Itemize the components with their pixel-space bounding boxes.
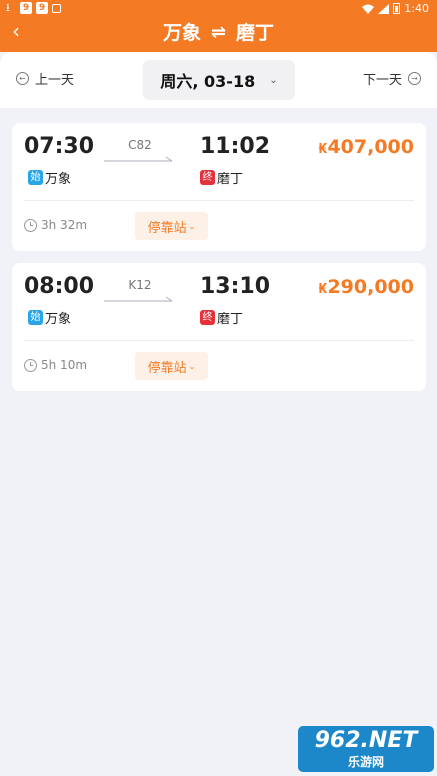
divider xyxy=(24,200,414,201)
arrival-time: 11:02 xyxy=(200,134,271,159)
travel-duration: 5h 10m xyxy=(24,358,87,372)
wifi-icon xyxy=(362,4,375,14)
start-badge: 始 xyxy=(28,170,43,185)
stops-button[interactable]: 停靠站 ⌄ xyxy=(135,212,208,240)
arrow-left-icon: ← xyxy=(16,72,29,85)
end-badge: 终 xyxy=(200,310,215,325)
stops-label: 停靠站 xyxy=(147,360,187,376)
signal-icon xyxy=(378,3,390,14)
duration-text: 3h 32m xyxy=(41,218,88,232)
chevron-down-icon: ⌄ xyxy=(188,361,196,371)
ticket-price: ₭407,000 xyxy=(318,134,414,163)
next-day-button[interactable]: 下一天 → xyxy=(363,69,421,88)
arrival-station: 终 磨丁 xyxy=(200,168,243,187)
arrow-right-icon xyxy=(104,156,173,162)
status-bar: ⭳ 9 9 1:40 xyxy=(0,0,437,18)
departure-station-name: 万象 xyxy=(45,172,72,187)
to-station: 磨丁 xyxy=(236,22,275,44)
clock-icon xyxy=(24,358,37,372)
arrow-right-icon xyxy=(104,296,173,302)
header: ⭳ 9 9 1:40 ‹ 万象 ⇌ 磨丁 xyxy=(0,0,437,52)
chevron-down-icon: ⌄ xyxy=(188,221,196,231)
next-day-label: 下一天 xyxy=(362,73,402,88)
watermark-subtext: 乐游网 xyxy=(347,755,384,769)
departure-time: 08:00 xyxy=(24,274,95,299)
departure-time: 07:30 xyxy=(24,134,95,159)
arrival-time: 13:10 xyxy=(200,274,271,299)
swap-icon[interactable]: ⇌ xyxy=(211,20,226,46)
departure-station: 始 万象 xyxy=(28,308,71,327)
ticket-price: ₭290,000 xyxy=(318,274,414,303)
duration-text: 5h 10m xyxy=(41,358,88,372)
divider xyxy=(24,340,414,341)
departure-station-name: 万象 xyxy=(45,312,72,327)
date-bar: ← 上一天 周六, 03-18 ⌄ 下一天 → xyxy=(0,52,437,108)
app-icon: 9 xyxy=(36,2,48,14)
train-number: C82 xyxy=(128,138,152,152)
travel-duration: 3h 32m xyxy=(24,218,87,232)
date-label: 周六, 03-18 xyxy=(160,72,256,91)
battery-icon xyxy=(393,3,401,14)
from-station: 万象 xyxy=(162,22,201,44)
watermark-logo: 962.NET 乐游网 xyxy=(298,726,434,772)
stops-button[interactable]: 停靠站 ⌄ xyxy=(135,352,208,380)
stops-label: 停靠站 xyxy=(147,220,187,236)
train-card[interactable]: 08:00 K12 13:10 ₭290,000 始 万象 终 磨丁 5h 10… xyxy=(12,263,426,391)
price-value: 290,000 xyxy=(327,276,414,298)
watermark-text: 962.NET xyxy=(314,728,418,753)
start-badge: 始 xyxy=(28,310,43,325)
end-badge: 终 xyxy=(200,170,215,185)
price-value: 407,000 xyxy=(327,136,414,158)
train-number: K12 xyxy=(128,278,152,292)
prev-day-label: 上一天 xyxy=(35,73,75,88)
prev-day-button[interactable]: ← 上一天 xyxy=(16,69,74,88)
train-card[interactable]: 07:30 C82 11:02 ₭407,000 始 万象 终 磨丁 3h 32… xyxy=(12,123,426,251)
clock-icon xyxy=(24,218,37,232)
date-picker[interactable]: 周六, 03-18 ⌄ xyxy=(143,60,295,100)
departure-station: 始 万象 xyxy=(28,168,71,187)
clock-time: 1:40 xyxy=(404,2,429,15)
arrow-right-icon: → xyxy=(408,72,421,85)
arrival-station-name: 磨丁 xyxy=(217,312,244,327)
arrival-station: 终 磨丁 xyxy=(200,308,243,327)
download-icon: ⭳ xyxy=(6,1,10,14)
app-icon: 9 xyxy=(20,2,32,14)
notification-icons: ⭳ 9 9 xyxy=(6,2,61,14)
arrival-station-name: 磨丁 xyxy=(217,172,244,187)
route-title: 万象 ⇌ 磨丁 xyxy=(0,20,437,46)
app-icon xyxy=(52,3,61,13)
system-icons: 1:40 xyxy=(362,2,429,15)
chevron-down-icon: ⌄ xyxy=(269,74,278,86)
